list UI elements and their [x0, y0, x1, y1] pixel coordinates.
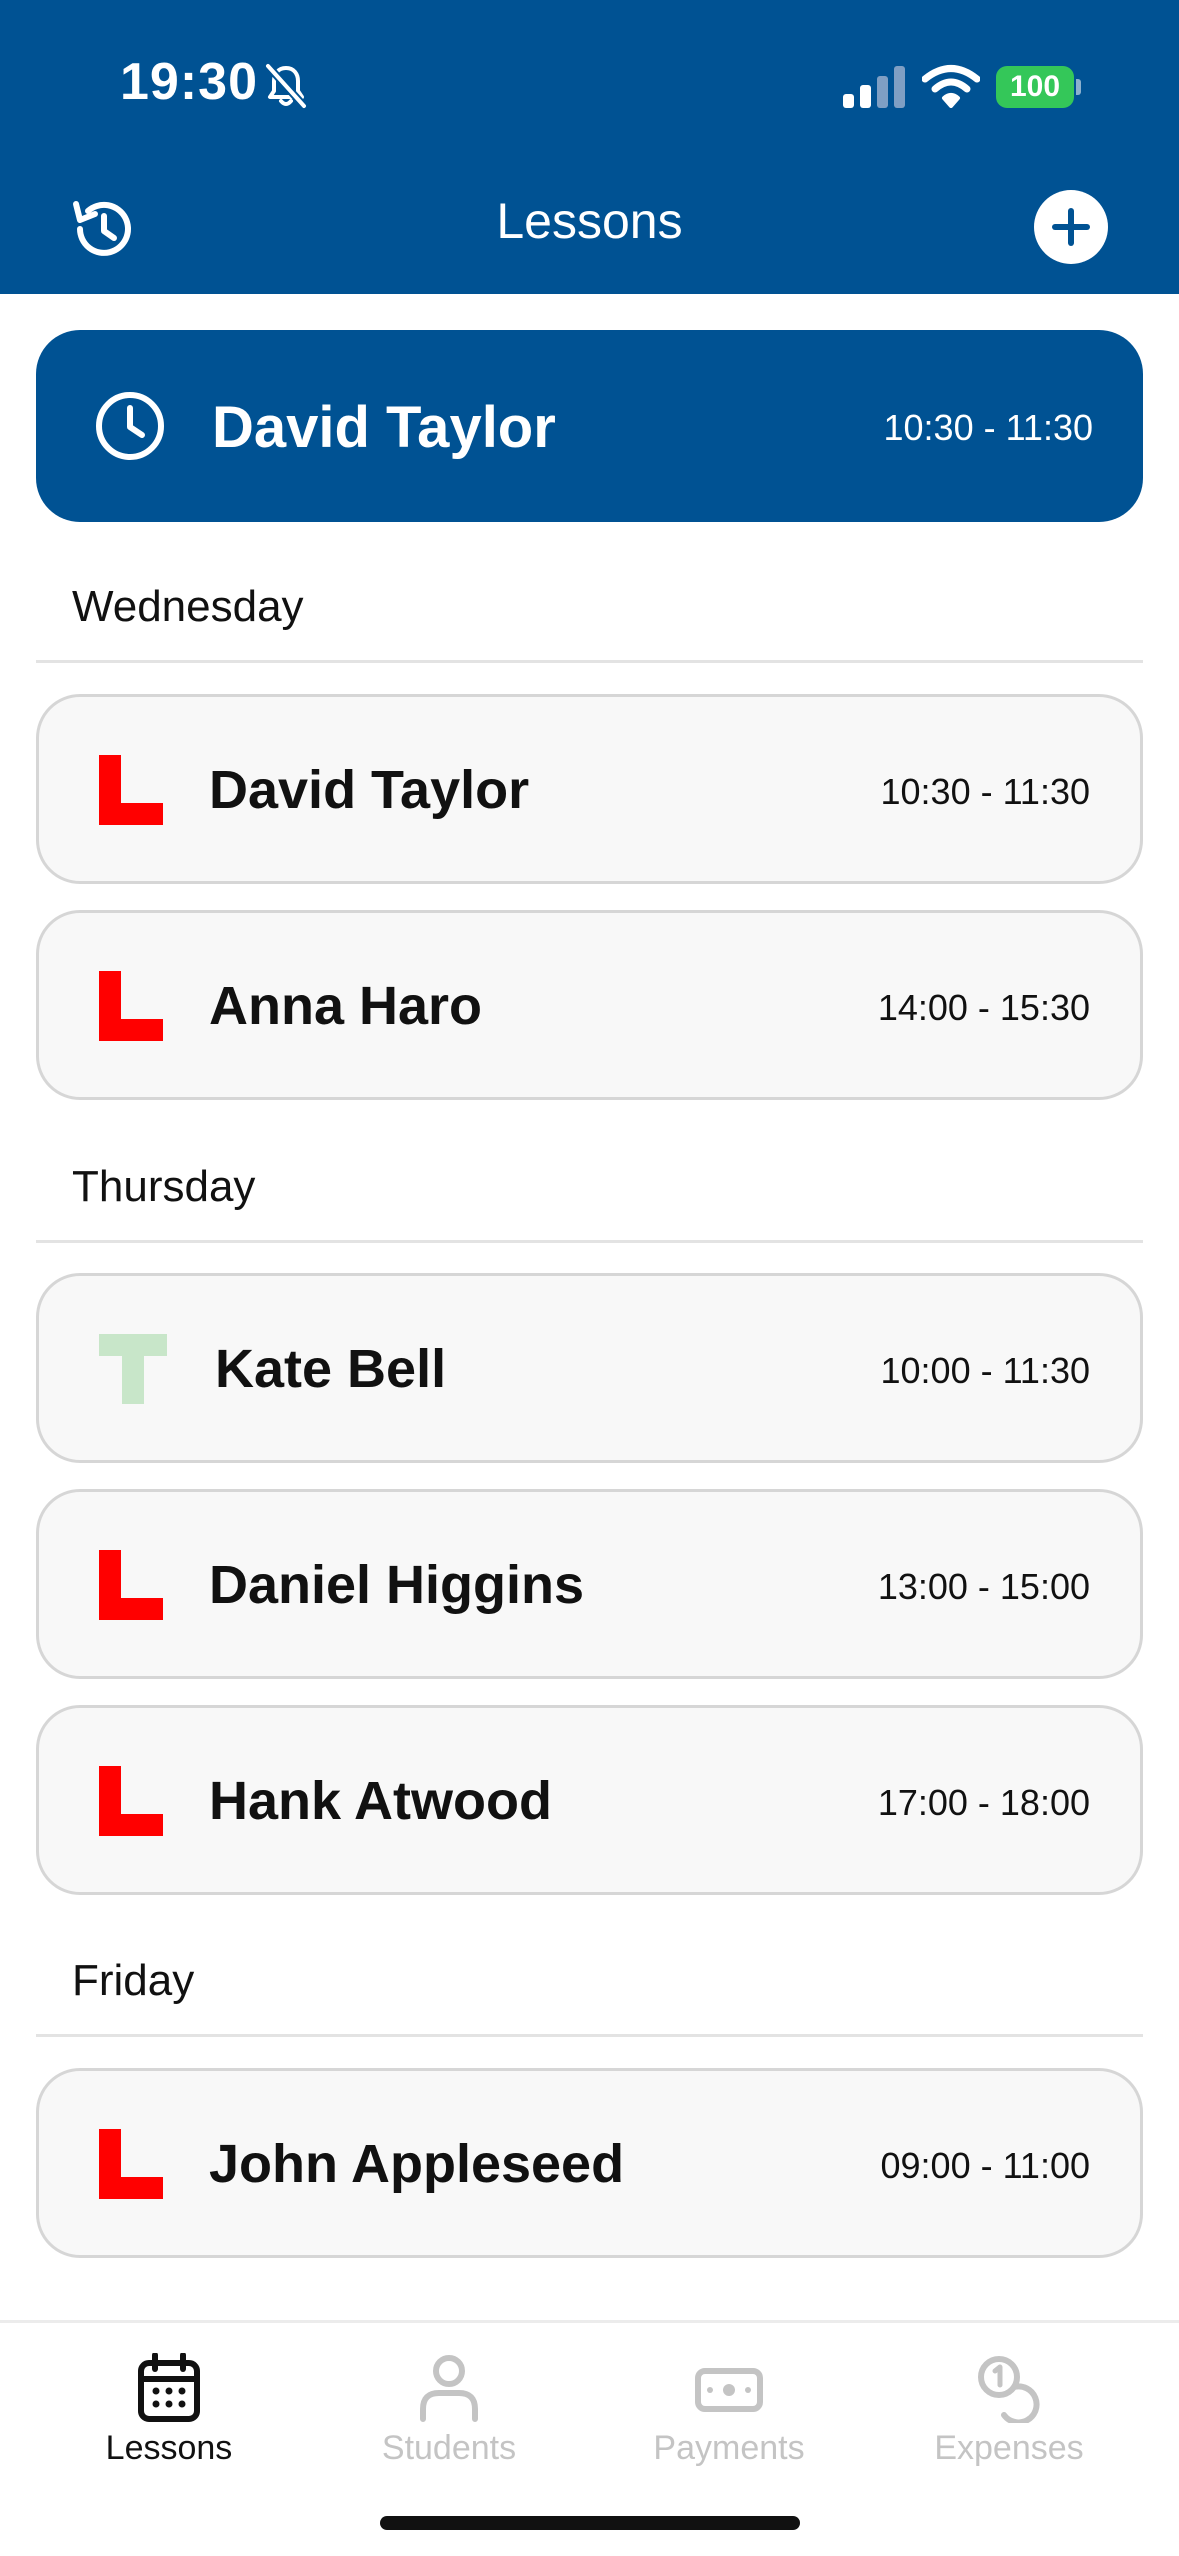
- tab-lessons[interactable]: Lessons: [49, 2353, 289, 2468]
- section-divider: [36, 2034, 1143, 2037]
- l-plate-icon: [99, 2129, 163, 2199]
- calendar-icon: [138, 2353, 200, 2422]
- lesson-card[interactable]: Anna Haro 14:00 - 15:30: [36, 910, 1143, 1100]
- current-lesson-banner[interactable]: David Taylor 10:30 - 11:30: [36, 330, 1143, 522]
- lesson-student-name: John Appleseed: [209, 2134, 625, 2194]
- bell-off-icon: [265, 63, 307, 109]
- home-indicator[interactable]: [380, 2516, 800, 2530]
- day-header-wednesday: Wednesday: [72, 582, 304, 631]
- banknote-icon: [695, 2368, 763, 2412]
- tab-label: Expenses: [934, 2429, 1084, 2467]
- lesson-time: 14:00 - 15:30: [877, 987, 1090, 1028]
- tab-expenses[interactable]: Expenses: [889, 2353, 1129, 2468]
- tab-label: Payments: [653, 2429, 805, 2467]
- tab-payments[interactable]: Payments: [609, 2353, 849, 2468]
- coins-icon: [978, 2356, 1040, 2423]
- current-lesson-student: David Taylor: [212, 395, 556, 460]
- lesson-card[interactable]: Daniel Higgins 13:00 - 15:00: [36, 1489, 1143, 1679]
- cellular-signal-icon: [843, 66, 905, 108]
- lesson-time: 10:30 - 11:30: [880, 771, 1091, 812]
- status-time: 19:30: [120, 53, 258, 111]
- lesson-card[interactable]: Kate Bell 10:00 - 11:30: [36, 1273, 1143, 1463]
- l-plate-icon: [99, 755, 163, 825]
- day-header-friday: Friday: [72, 1956, 195, 2005]
- current-lesson-time: 10:30 - 11:30: [883, 407, 1094, 448]
- lesson-time: 09:00 - 11:00: [880, 2145, 1091, 2186]
- lesson-student-name: David Taylor: [209, 760, 530, 820]
- lesson-card[interactable]: Hank Atwood 17:00 - 18:00: [36, 1705, 1143, 1895]
- tab-students[interactable]: Students: [329, 2353, 569, 2468]
- l-plate-icon: [99, 1766, 163, 1836]
- lesson-student-name: Daniel Higgins: [209, 1555, 585, 1615]
- app-header: 19:30 100 Lessons: [0, 0, 1179, 294]
- lesson-card[interactable]: John Appleseed 09:00 - 11:00: [36, 2068, 1143, 2258]
- battery-cap: [1076, 79, 1081, 95]
- l-plate-icon: [99, 1550, 163, 1620]
- t-plate-icon: [99, 1334, 167, 1404]
- battery-indicator: 100: [996, 66, 1082, 108]
- section-divider: [36, 660, 1143, 663]
- wifi-icon: [922, 65, 980, 108]
- tab-label: Students: [381, 2429, 517, 2467]
- lesson-student-name: Hank Atwood: [209, 1771, 552, 1831]
- clock-icon: [96, 392, 164, 460]
- lesson-student-name: Anna Haro: [209, 976, 483, 1036]
- page-title: Lessons: [496, 193, 683, 249]
- add-lesson-button[interactable]: [1034, 190, 1108, 264]
- day-header-thursday: Thursday: [72, 1162, 256, 1211]
- lesson-student-name: Kate Bell: [215, 1339, 447, 1399]
- section-divider: [36, 1240, 1143, 1243]
- tab-label: Lessons: [105, 2429, 233, 2467]
- lesson-time: 17:00 - 18:00: [877, 1782, 1090, 1823]
- person-icon: [420, 2355, 478, 2422]
- l-plate-icon: [99, 971, 163, 1041]
- battery-level: 100: [996, 66, 1074, 108]
- plus-icon: [1052, 208, 1090, 246]
- lesson-time: 13:00 - 15:00: [877, 1566, 1090, 1607]
- lesson-time: 10:00 - 11:30: [880, 1350, 1091, 1391]
- lesson-card[interactable]: David Taylor 10:30 - 11:30: [36, 694, 1143, 884]
